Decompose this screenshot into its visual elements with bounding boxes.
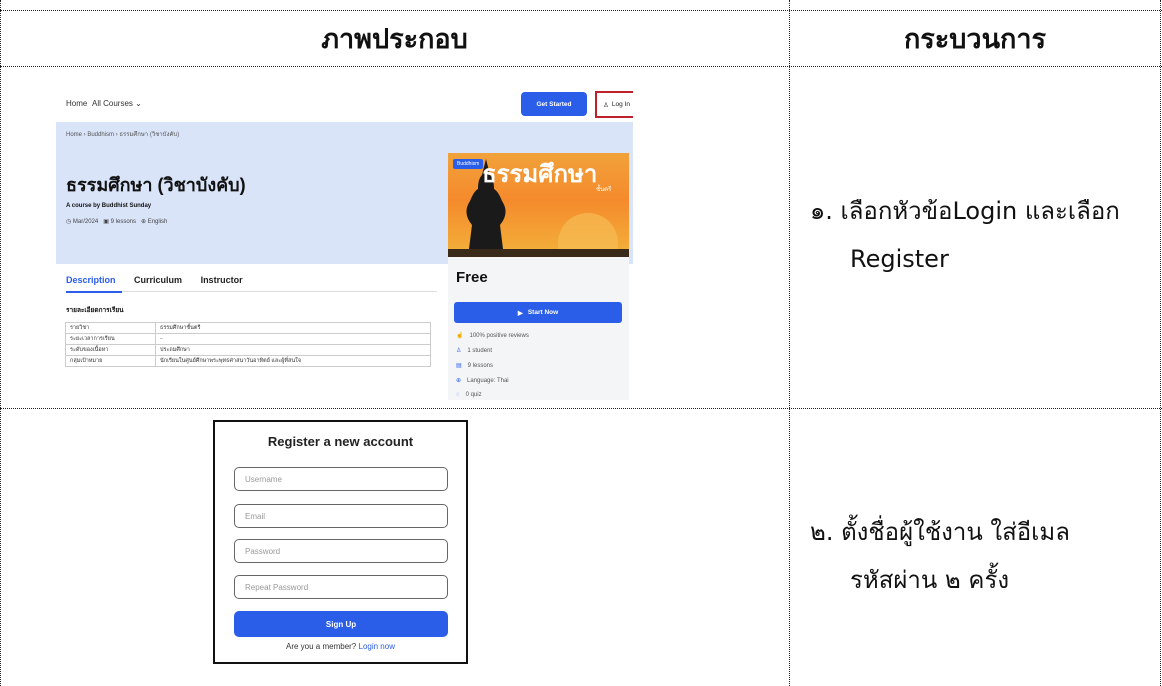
feature-quiz-text: 0 quiz [465,392,482,398]
category-badge: Buddhism [453,159,484,169]
section-title: รายละเอียดการเรียน [66,307,124,314]
tab-description[interactable]: Description [66,275,116,285]
feature-language-text: Language: Thai [467,378,509,384]
course-sidebar: Free ▶ Start Now ☝ 100% positive reviews ♙… [448,257,629,400]
course-date: Mar/2024 [72,219,99,225]
info-label: รายวิชา [65,322,156,334]
nav-home[interactable]: Home [66,99,87,108]
feature-lessons-text: 9 lessons [467,363,494,369]
course-info-table: รายวิชา ธรรมศึกษาชั้นตรี ระยะเวลาการเรียน… [65,322,431,367]
table-row-divider [0,408,1162,409]
quiz-icon: ◌ [456,392,460,398]
thumbnail-subtitle: ชั้นตรี [596,187,612,193]
course-language: English [147,219,168,225]
start-now-label: Start Now [527,309,559,316]
lessons-icon: ▣ [103,219,109,225]
course-thumbnail: Buddhism ธรรมศึกษา ชั้นตรี [448,153,629,257]
user-icon: ♙ [456,348,462,354]
process-step-2-line1: ๒. ตั้งชื่อผู้ใช้งาน ใส่อีเมล [810,518,1070,546]
feature-lessons: ▤ 9 lessons [456,362,493,369]
tab-instructor[interactable]: Instructor [201,275,243,285]
info-value: – [155,333,431,345]
start-now-button[interactable]: ▶ Start Now [454,302,622,323]
thumbs-up-icon: ☝ [456,333,464,339]
tab-divider [122,291,437,292]
username-input[interactable]: Username [234,467,448,491]
active-tab-indicator [66,291,122,293]
nav-all-courses[interactable]: All Courses ⌄ [92,99,142,108]
table-row: รายวิชา ธรรมศึกษาชั้นตรี [65,322,431,334]
info-label: กลุ่มเป้าหมาย [65,355,156,367]
member-prompt: Are you a member? Login now [215,642,466,651]
email-input[interactable]: Email [234,504,448,528]
globe-icon: ⊕ [141,219,147,225]
table-row: กลุ่มเป้าหมาย นักเรียนในศูนย์ศึกษาพระพุทธ… [65,355,431,367]
thumbnail-title: ธรรมศึกษา [482,161,598,188]
password-input[interactable]: Password [234,539,448,563]
login-button-label: Log In [611,101,630,108]
info-label: ระยะเวลาการเรียน [65,333,156,345]
file-icon: ▤ [456,363,462,369]
calendar-icon: ◷ [66,219,72,225]
info-value: ธรรมศึกษาชั้นตรี [155,322,431,334]
table-border-left [0,0,1,686]
login-button[interactable]: ♙ Log In [595,91,633,118]
feature-students: ♙ 1 student [456,347,492,354]
process-step-1-line1: ๑. เลือกหัวข้อLogin และเลือก [810,197,1120,225]
info-value: นักเรียนในศูนย์ศึกษาพระพุทธศาสนาวันอาทิต… [155,355,431,367]
tab-curriculum[interactable]: Curriculum [134,275,182,285]
feature-reviews-text: 100% positive reviews [469,333,529,339]
table-header-divider [0,66,1162,67]
process-step-1: ๑. เลือกหัวข้อLogin และเลือก Register [810,187,1120,283]
table-column-divider [789,0,790,686]
table-row: ระดับของเนื้อหา ประถมศึกษา [65,344,431,356]
info-value: ประถมศึกษา [155,344,431,356]
globe-icon: ⊕ [456,378,462,384]
feature-language: ⊕ Language: Thai [456,377,509,384]
course-meta: ◷ Mar/2024 ▣ 9 lessons ⊕ English [66,218,167,225]
course-lessons: 9 lessons [110,219,136,225]
repeat-password-input[interactable]: Repeat Password [234,575,448,599]
feature-quiz: ◌ 0 quiz [456,392,482,398]
header-process: กระบวนการ [903,23,1047,55]
top-nav: Home All Courses ⌄ Get Started ♙ Log In [56,84,633,122]
feature-students-text: 1 student [467,348,493,354]
feature-reviews: ☝ 100% positive reviews [456,332,529,339]
sign-up-button[interactable]: Sign Up [234,611,448,637]
process-step-2: ๒. ตั้งชื่อผู้ใช้งาน ใส่อีเมล รหัสผ่าน ๒… [810,508,1070,604]
info-label: ระดับของเนื้อหา [65,344,156,356]
member-text: Are you a member? [286,642,357,651]
breadcrumb: Home › Buddhism › ธรรมศึกษา (วิชาบังคับ) [66,132,180,138]
table-row: ระยะเวลาการเรียน – [65,333,431,345]
user-icon: ♙ [603,101,609,109]
course-title: ธรรมศึกษา (วิชาบังคับ) [66,175,246,195]
course-byline: A course by Buddhist Sunday [66,203,152,209]
process-step-1-line2: Register [850,245,949,273]
header-image: ภาพประกอบ [321,23,468,55]
course-price: Free [456,269,488,286]
get-started-button[interactable]: Get Started [521,92,587,116]
register-title: Register a new account [267,434,414,449]
course-tabs: Description Curriculum Instructor [66,275,259,285]
course-page-screenshot: Home All Courses ⌄ Get Started ♙ Log In H… [56,84,633,400]
process-step-2-line2: รหัสผ่าน ๒ ครั้ง [850,566,1010,594]
play-icon: ▶ [517,309,523,317]
nav-all-courses-label: All Courses [92,99,133,108]
table-border-right [1160,0,1161,686]
login-now-link[interactable]: Login now [359,642,395,651]
register-screenshot: Register a new account Username Email Pa… [213,420,468,664]
chevron-down-icon: ⌄ [135,99,142,108]
